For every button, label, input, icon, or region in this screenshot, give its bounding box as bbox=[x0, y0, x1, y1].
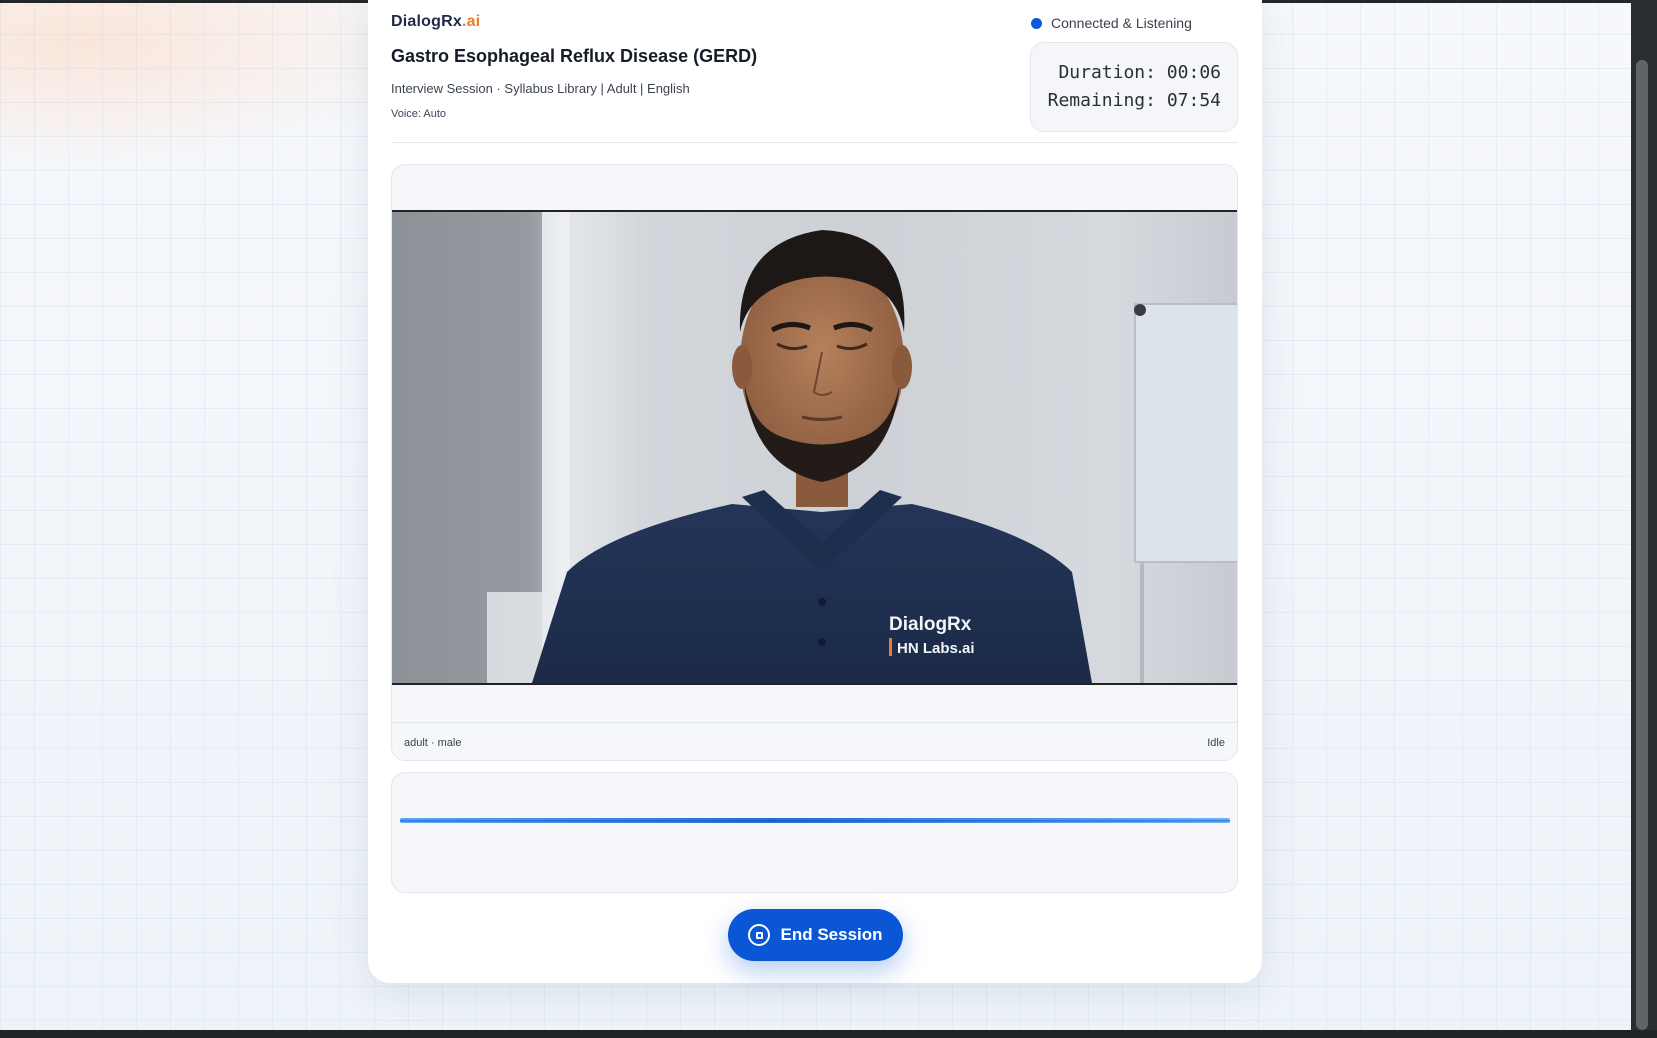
shirt-logo-line2: HN Labs.ai bbox=[897, 640, 975, 657]
avatar-video: DialogRx HN Labs.ai bbox=[392, 210, 1237, 685]
shirt-logo-line1: DialogRx bbox=[889, 614, 972, 635]
audio-waveform-panel bbox=[391, 772, 1238, 893]
voice-setting: Voice: Auto bbox=[391, 108, 447, 120]
remaining-readout: Remaining: 07:54 bbox=[1047, 90, 1221, 111]
end-session-label: End Session bbox=[780, 925, 883, 944]
status-label: Connected & Listening bbox=[1051, 15, 1192, 31]
connection-status: Connected & Listening bbox=[1031, 15, 1192, 31]
header-divider bbox=[391, 142, 1238, 143]
stop-icon bbox=[748, 924, 771, 946]
page-title: Gastro Esophageal Reflux Disease (GERD) bbox=[391, 46, 758, 66]
status-dot-icon bbox=[1031, 17, 1042, 29]
duration-readout: Duration: 00:06 bbox=[1058, 62, 1221, 83]
browser-viewport: DialogRx.ai Gastro Esophageal Reflux Dis… bbox=[0, 0, 1631, 1030]
avatar-state: Idle bbox=[1207, 737, 1225, 749]
session-timer: Duration: 00:06 Remaining: 07:54 bbox=[1030, 42, 1238, 132]
session-subtitle: Interview Session · Syllabus Library | A… bbox=[391, 81, 690, 96]
video-footer-divider bbox=[392, 722, 1237, 723]
brand-name: DialogRx bbox=[391, 13, 462, 30]
end-session-button[interactable]: End Session bbox=[728, 909, 903, 961]
session-card: DialogRx.ai Gastro Esophageal Reflux Dis… bbox=[368, 0, 1262, 983]
brand-suffix: .ai bbox=[461, 13, 481, 30]
patient-demographics: adult · male bbox=[404, 737, 462, 749]
avatar-video-panel: DialogRx HN Labs.ai adult · male Idle bbox=[391, 164, 1238, 761]
patient-avatar-image: DialogRx HN Labs.ai bbox=[392, 212, 1237, 683]
brand-logo: DialogRx.ai bbox=[391, 13, 480, 31]
window-bottom-edge bbox=[0, 1030, 1657, 1038]
scrollbar-thumb[interactable] bbox=[1636, 60, 1648, 1030]
audio-waveform bbox=[400, 818, 1230, 823]
